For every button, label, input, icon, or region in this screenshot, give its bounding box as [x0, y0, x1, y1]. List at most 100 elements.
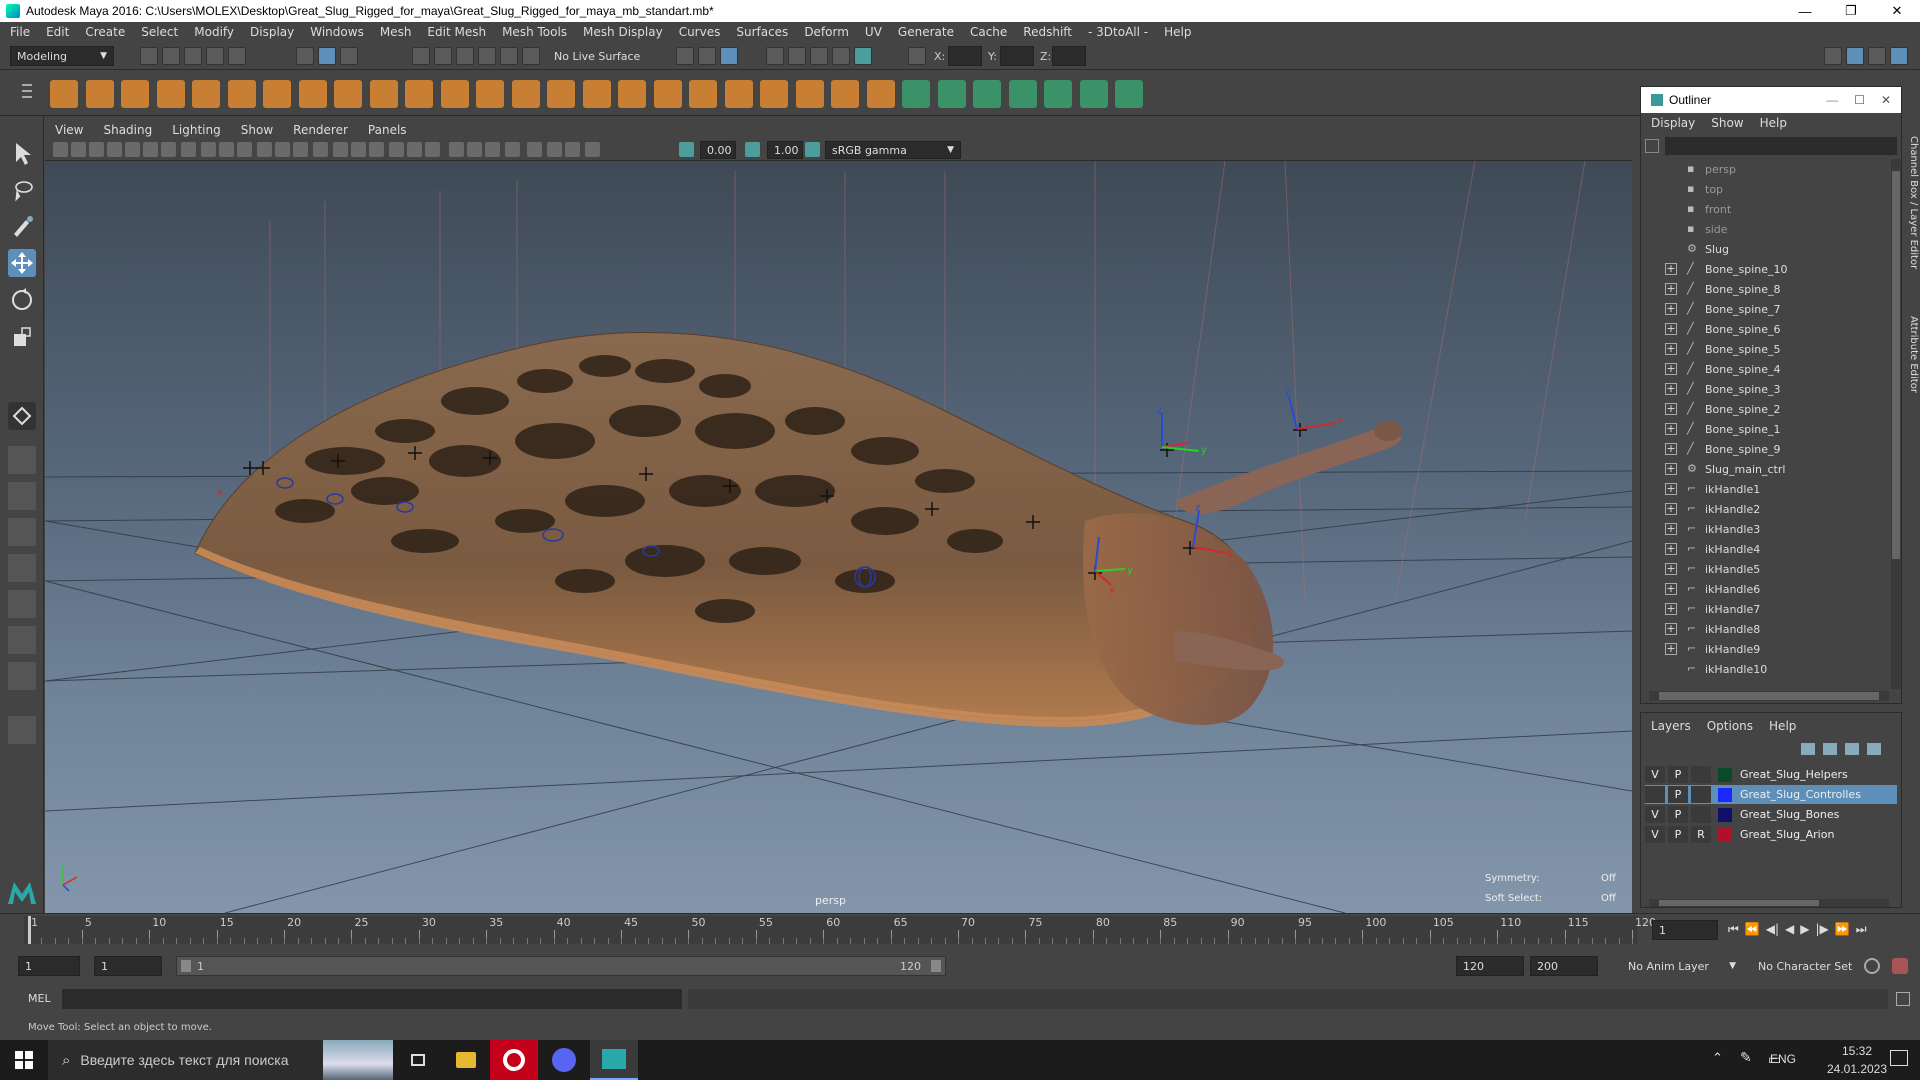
outliner-title-bar[interactable]: Outliner — ☐ ✕	[1641, 87, 1901, 113]
viewport-menu-show[interactable]: Show	[241, 123, 273, 137]
expand-icon[interactable]: +	[1665, 583, 1677, 595]
playback-end-field[interactable]: 120	[1456, 956, 1524, 976]
viewport-tool-icon[interactable]	[467, 142, 482, 157]
expand-icon[interactable]: +	[1665, 563, 1677, 575]
taskbar-search-box[interactable]: ⌕ Введите здесь текст для поиска	[48, 1040, 393, 1080]
timeline-track[interactable]: 1 5 10 15 20 25 30 35 40 45 50 55 60 65 70 75 80 85 90 95 10…	[24, 916, 1656, 944]
transform-mode-icon[interactable]	[908, 47, 926, 65]
command-input[interactable]	[62, 989, 682, 1009]
outliner-item[interactable]: ▪ front	[1641, 199, 1881, 219]
menu-set-dropdown[interactable]: Modeling ▼	[10, 46, 114, 66]
layout-custom-icon[interactable]	[8, 662, 36, 690]
menu-display[interactable]: Display	[250, 25, 294, 39]
outliner-menu-show[interactable]: Show	[1711, 116, 1743, 130]
step-forward-key-icon[interactable]: ⏩	[1835, 922, 1850, 937]
attribute-editor-tab[interactable]: Attribute Editor	[1904, 316, 1919, 436]
viewport-menu-renderer[interactable]: Renderer	[293, 123, 348, 137]
move-tool-icon[interactable]	[8, 249, 36, 277]
layer-r-toggle[interactable]	[1691, 766, 1711, 783]
new-layer-selected-icon[interactable]	[1867, 743, 1881, 755]
snap-view-icon[interactable]	[478, 47, 496, 65]
outliner-item[interactable]: + ╱ Bone_spine_3	[1641, 379, 1881, 399]
shelf-tool-icon[interactable]	[689, 80, 717, 108]
gamma-field[interactable]: 1.00	[767, 141, 803, 159]
play-forward-icon[interactable]: ▶	[1800, 922, 1809, 937]
expand-icon[interactable]: +	[1665, 423, 1677, 435]
outliner-item[interactable]: + ⌐ ikHandle1	[1641, 479, 1881, 499]
layout-toggle-icon[interactable]	[8, 716, 36, 744]
go-to-end-icon[interactable]: ⏭	[1856, 922, 1867, 937]
menu-curves[interactable]: Curves	[679, 25, 721, 39]
menu-edit-mesh[interactable]: Edit Mesh	[427, 25, 486, 39]
outliner-close-button[interactable]: ✕	[1881, 93, 1891, 107]
menu-mesh-display[interactable]: Mesh Display	[583, 25, 663, 39]
expand-icon[interactable]: +	[1665, 623, 1677, 635]
viewport-tool-icon[interactable]	[53, 142, 68, 157]
layer-v-toggle[interactable]: V	[1645, 806, 1665, 823]
shelf-tool-icon[interactable]	[156, 80, 185, 108]
outliner-minimize-button[interactable]: —	[1826, 93, 1838, 107]
layout-hypershade-icon[interactable]	[8, 626, 36, 654]
select-component-icon[interactable]	[340, 47, 358, 65]
outliner-item[interactable]: + ╱ Bone_spine_8	[1641, 279, 1881, 299]
menu-select[interactable]: Select	[141, 25, 178, 39]
current-frame-field[interactable]: 1	[1652, 920, 1718, 940]
minimize-button[interactable]: —	[1782, 0, 1828, 22]
layer-color-swatch[interactable]	[1718, 827, 1732, 842]
shelf-tool-icon[interactable]	[866, 80, 895, 108]
viewport-tool-icon[interactable]	[407, 142, 422, 157]
expand-icon[interactable]: +	[1665, 303, 1677, 315]
render-current-icon[interactable]	[788, 47, 806, 65]
layer-color-swatch[interactable]	[1718, 787, 1732, 802]
shelf-tool-icon[interactable]	[298, 80, 327, 108]
expand-icon[interactable]: +	[1665, 363, 1677, 375]
viewport-tool-icon[interactable]	[449, 142, 464, 157]
layer-p-toggle[interactable]: P	[1668, 766, 1688, 783]
language-indicator[interactable]: ENG	[1770, 1052, 1796, 1066]
snap-grid-icon[interactable]	[412, 47, 430, 65]
layout-four-icon[interactable]	[8, 482, 36, 510]
outliner-item[interactable]: ⌐ ikHandle10	[1641, 659, 1881, 679]
outliner-item[interactable]: + ╱ Bone_spine_4	[1641, 359, 1881, 379]
cmd-language-label[interactable]: MEL	[28, 992, 51, 1005]
expand-icon[interactable]: +	[1665, 463, 1677, 475]
range-start-handle[interactable]	[181, 960, 191, 972]
outliner-item[interactable]: + ⚙ Slug_main_ctrl	[1641, 459, 1881, 479]
expand-icon[interactable]: +	[1665, 403, 1677, 415]
viewport-tool-icon[interactable]	[257, 142, 272, 157]
shelf-tool-icon[interactable]	[724, 80, 753, 108]
expand-icon[interactable]: +	[1665, 443, 1677, 455]
viewport-menu-lighting[interactable]: Lighting	[172, 123, 221, 137]
new-layer-icon[interactable]	[1845, 743, 1859, 755]
snap-surface-icon[interactable]	[500, 47, 518, 65]
expand-icon[interactable]: +	[1665, 503, 1677, 515]
expand-icon[interactable]: +	[1665, 643, 1677, 655]
menu-generate[interactable]: Generate	[898, 25, 954, 39]
outliner-scrollbar[interactable]	[1891, 159, 1901, 689]
shelf-tool-icon[interactable]	[85, 80, 114, 108]
step-forward-frame-icon[interactable]: |▶	[1816, 922, 1829, 937]
viewport-tool-icon[interactable]	[219, 142, 234, 157]
exposure-field[interactable]: 0.00	[700, 141, 736, 159]
character-set-dropdown[interactable]: No Character Set	[1752, 956, 1872, 976]
save-scene-icon[interactable]	[184, 47, 202, 65]
shelf-tool-icon[interactable]	[618, 80, 646, 108]
render-icon[interactable]	[720, 47, 738, 65]
viewport-tool-icon[interactable]	[333, 142, 348, 157]
render-view-icon[interactable]	[766, 47, 784, 65]
viewport-tool-icon[interactable]	[143, 142, 158, 157]
play-backward-icon[interactable]: ◀	[1785, 922, 1794, 937]
shelf-tool-icon[interactable]	[334, 80, 362, 108]
menu-3dtoall[interactable]: - 3DtoAll -	[1088, 25, 1148, 39]
viewport-tool-icon[interactable]	[71, 142, 86, 157]
layer-row[interactable]: V P Great_Slug_Bones	[1645, 805, 1897, 824]
new-scene-icon[interactable]	[140, 47, 158, 65]
layer-r-toggle[interactable]	[1691, 786, 1711, 803]
anim-prefs-icon[interactable]	[1892, 958, 1908, 974]
script-editor-icon[interactable]	[1896, 992, 1910, 1006]
expand-icon[interactable]: +	[1665, 263, 1677, 275]
start-button[interactable]	[0, 1040, 48, 1080]
layout-two-icon[interactable]	[8, 518, 36, 546]
expand-icon[interactable]: +	[1665, 323, 1677, 335]
viewport-tool-icon[interactable]	[485, 142, 500, 157]
